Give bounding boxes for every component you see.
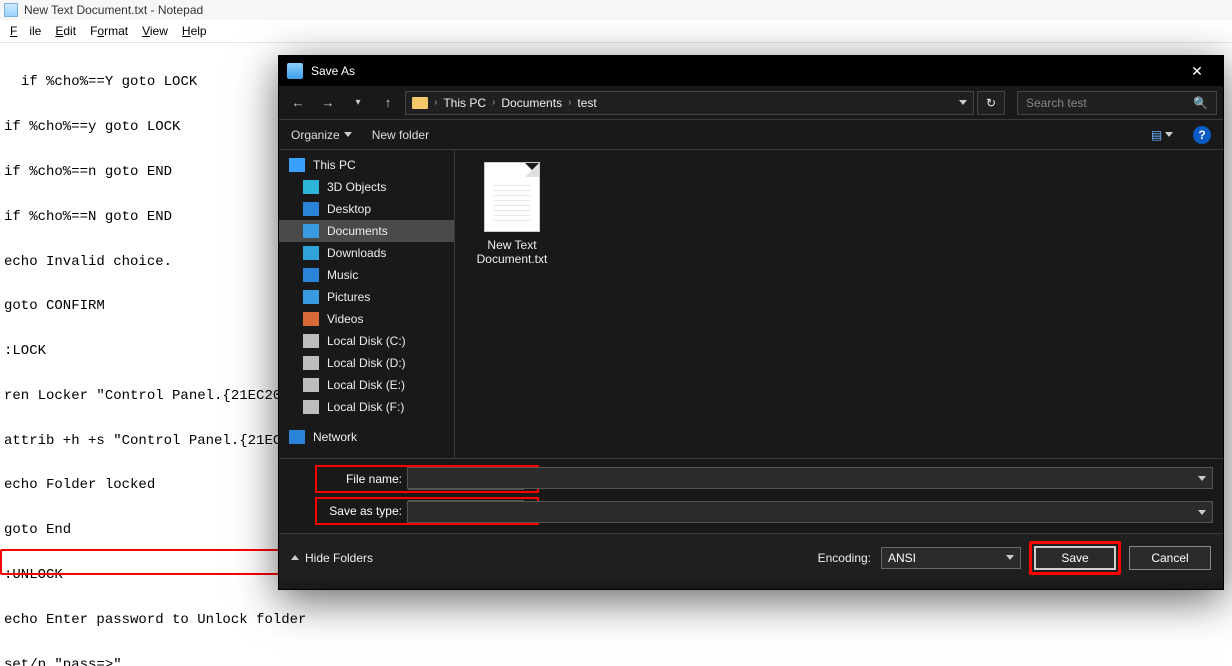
network-icon xyxy=(289,430,305,444)
desktop-icon xyxy=(303,202,319,216)
breadcrumb-test[interactable]: test xyxy=(577,96,596,110)
nav-recent[interactable]: ▾ xyxy=(345,90,371,116)
notepad-menubar: FFileile Edit Format View Help xyxy=(0,20,1232,43)
tree-downloads[interactable]: Downloads xyxy=(279,242,454,264)
file-list[interactable]: New Text Document.txt xyxy=(455,150,1223,458)
navigation-tree[interactable]: This PC 3D Objects Desktop Documents Dow… xyxy=(279,150,455,458)
breadcrumb-documents[interactable]: Documents xyxy=(501,96,562,110)
tree-disk-e[interactable]: Local Disk (E:) xyxy=(279,374,454,396)
nav-back[interactable]: ← xyxy=(285,90,311,116)
encoding-label: Encoding: xyxy=(818,551,871,565)
refresh-button[interactable]: ↻ xyxy=(977,91,1005,115)
nav-bar: ← → ▾ ↑ › This PC › Documents › test ↻ S… xyxy=(279,86,1223,120)
tree-disk-c[interactable]: Local Disk (C:) xyxy=(279,330,454,352)
disk-icon xyxy=(303,378,319,392)
nav-forward[interactable]: → xyxy=(315,90,341,116)
breadcrumb-thispc[interactable]: This PC xyxy=(443,96,486,110)
save-button[interactable]: Save xyxy=(1034,546,1116,570)
close-button[interactable]: ✕ xyxy=(1175,56,1219,86)
encoding-select[interactable]: ANSI xyxy=(881,547,1021,569)
highlight-save: Save xyxy=(1029,541,1121,575)
tree-disk-f[interactable]: Local Disk (F:) xyxy=(279,396,454,418)
disk-icon xyxy=(303,356,319,370)
toolbar: Organize New folder ▤ ? xyxy=(279,120,1223,150)
tree-network[interactable]: Network xyxy=(279,426,454,448)
chevron-down-icon[interactable] xyxy=(959,100,967,105)
dialog-footer: Hide Folders Encoding: ANSI Save Cancel xyxy=(279,533,1223,581)
new-folder-button[interactable]: New folder xyxy=(372,128,429,142)
notepad-title-text: New Text Document.txt - Notepad xyxy=(24,3,203,17)
file-item[interactable]: New Text Document.txt xyxy=(467,162,557,266)
chevron-down-icon xyxy=(344,132,352,137)
chevron-up-icon xyxy=(291,555,299,560)
chevron-right-icon: › xyxy=(434,97,437,108)
save-fields: File name: MyLock.bat Save as type: All … xyxy=(279,458,1223,533)
file-item-label: New Text Document.txt xyxy=(467,238,557,266)
tree-music[interactable]: Music xyxy=(279,264,454,286)
tree-3d-objects[interactable]: 3D Objects xyxy=(279,176,454,198)
cancel-button[interactable]: Cancel xyxy=(1129,546,1211,570)
hide-folders-button[interactable]: Hide Folders xyxy=(291,551,373,565)
tree-disk-d[interactable]: Local Disk (D:) xyxy=(279,352,454,374)
breadcrumb[interactable]: › This PC › Documents › test xyxy=(405,91,974,115)
chevron-right-icon: › xyxy=(568,97,571,108)
search-input[interactable]: Search test 🔍 xyxy=(1017,91,1217,115)
disk-icon xyxy=(303,400,319,414)
notepad-titlebar: New Text Document.txt - Notepad xyxy=(0,0,1232,20)
music-icon xyxy=(303,268,319,282)
cube-icon xyxy=(303,180,319,194)
help-button[interactable]: ? xyxy=(1193,126,1211,144)
organize-menu[interactable]: Organize xyxy=(291,128,352,142)
dialog-titlebar: Save As ✕ xyxy=(279,56,1223,86)
pc-icon xyxy=(289,158,305,172)
filename-label: File name: xyxy=(318,472,402,486)
menu-format[interactable]: Format xyxy=(84,22,134,40)
dialog-title: Save As xyxy=(311,64,1175,78)
folder-icon xyxy=(412,97,428,109)
search-placeholder: Search test xyxy=(1026,96,1087,110)
tree-pictures[interactable]: Pictures xyxy=(279,286,454,308)
document-icon xyxy=(303,224,319,238)
video-icon xyxy=(303,312,319,326)
search-icon: 🔍 xyxy=(1193,96,1208,110)
view-options[interactable]: ▤ xyxy=(1151,124,1173,146)
notepad-icon xyxy=(4,3,18,17)
disk-icon xyxy=(303,334,319,348)
savetype-label: Save as type: xyxy=(318,504,402,518)
tree-videos[interactable]: Videos xyxy=(279,308,454,330)
picture-icon xyxy=(303,290,319,304)
nav-up[interactable]: ↑ xyxy=(375,90,401,116)
tree-this-pc[interactable]: This PC xyxy=(279,154,454,176)
menu-edit[interactable]: Edit xyxy=(49,22,82,40)
tree-documents[interactable]: Documents xyxy=(279,220,454,242)
save-as-dialog: Save As ✕ ← → ▾ ↑ › This PC › Documents … xyxy=(278,55,1224,590)
chevron-right-icon: › xyxy=(492,97,495,108)
download-icon xyxy=(303,246,319,260)
tree-desktop[interactable]: Desktop xyxy=(279,198,454,220)
notepad-app-icon xyxy=(287,63,303,79)
menu-view[interactable]: View xyxy=(136,22,174,40)
menu-help[interactable]: Help xyxy=(176,22,213,40)
menu-file[interactable]: FFileile xyxy=(4,22,47,40)
text-file-icon xyxy=(484,162,540,232)
chevron-down-icon xyxy=(1006,555,1014,560)
